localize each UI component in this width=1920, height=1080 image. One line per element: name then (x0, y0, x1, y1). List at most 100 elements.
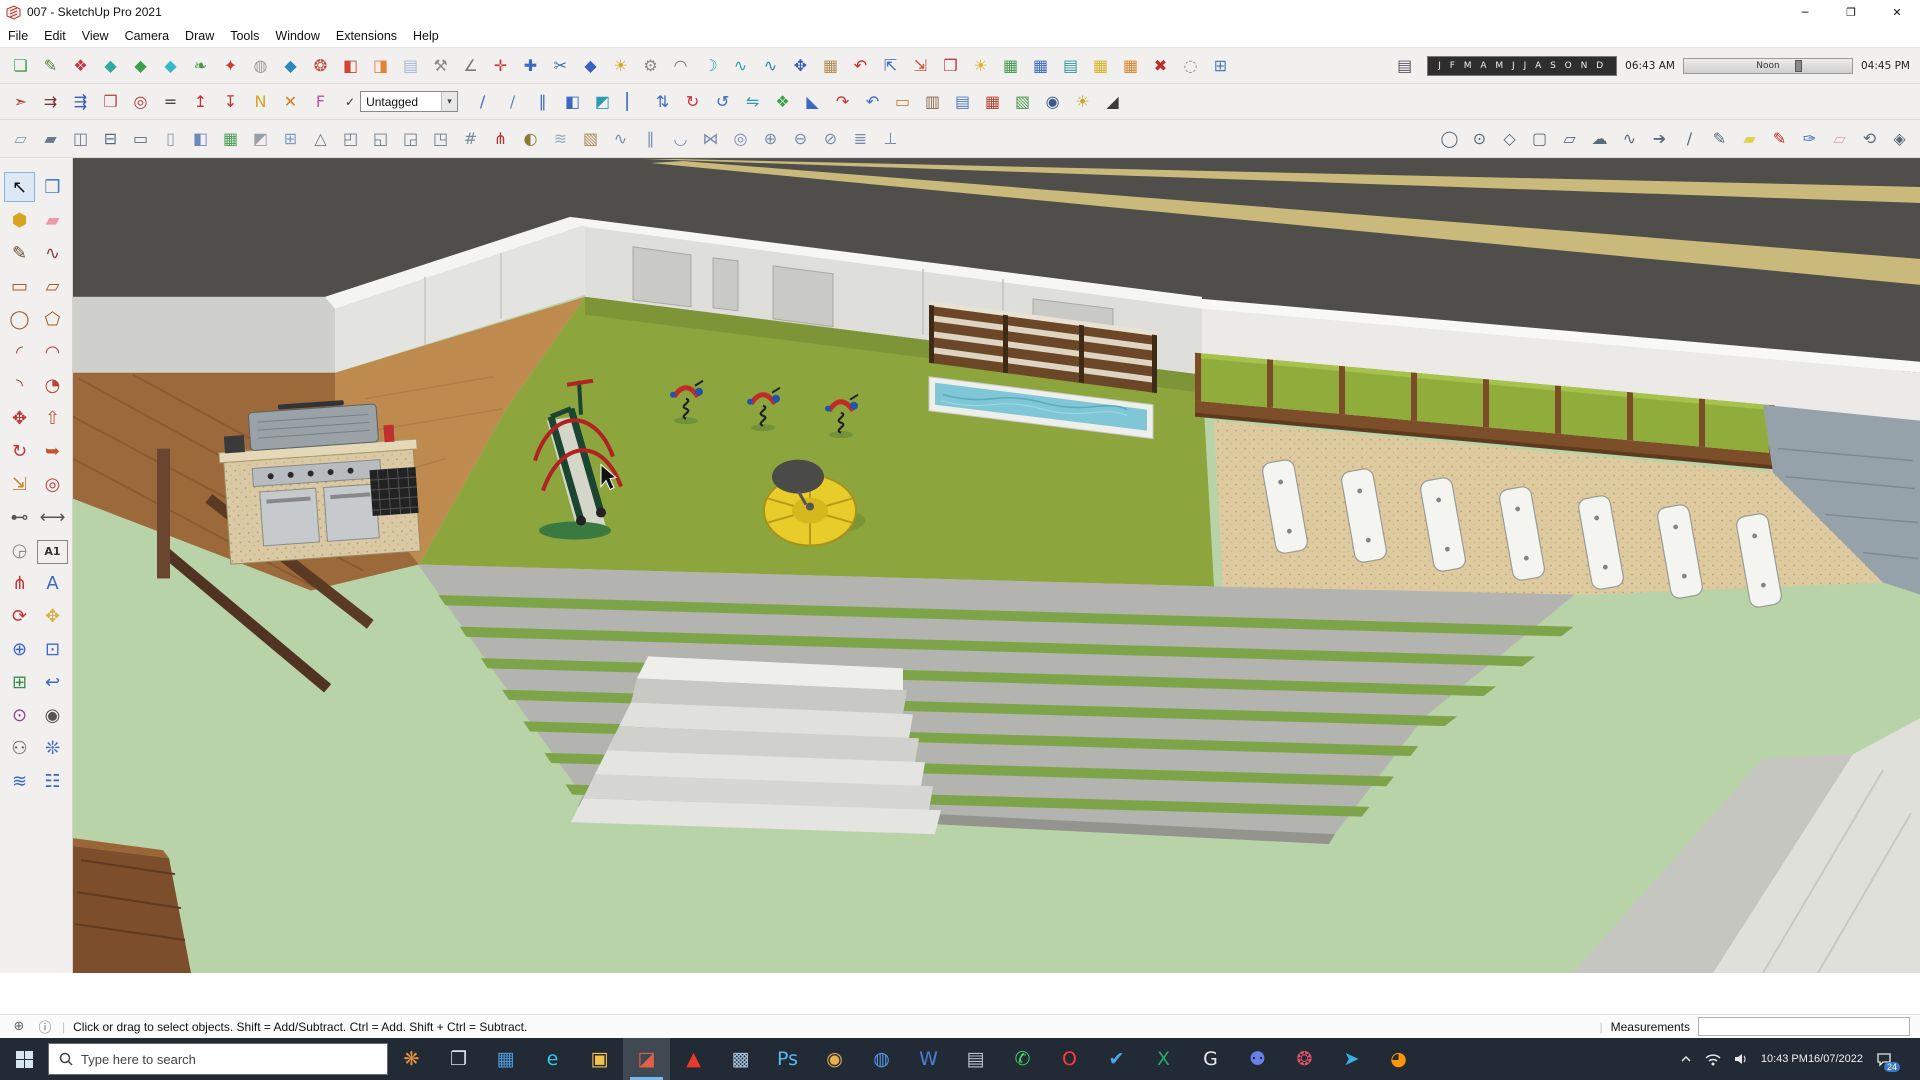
help-icon[interactable]: ⓘ (36, 1018, 54, 1036)
menu-extensions[interactable]: Extensions (328, 24, 405, 47)
bend-left-icon[interactable]: ↶ (858, 88, 887, 116)
ellipse-markup-icon[interactable]: ⊙ (1465, 125, 1494, 153)
photoshop-icon[interactable]: Ps (764, 1038, 811, 1080)
fredo-target-icon[interactable]: ◎ (126, 88, 155, 116)
sketchup-icon[interactable]: ◪ (623, 1038, 670, 1080)
file-explorer-icon[interactable]: ▣ (576, 1038, 623, 1080)
shadow-date-slider[interactable]: J F M A M J J A S O N D (1427, 56, 1617, 76)
walk-tool-icon[interactable]: ⚇ (4, 733, 35, 763)
lamp-tool-icon[interactable]: ☀ (1068, 88, 1097, 116)
pie-tool-icon[interactable]: ◔ (37, 370, 68, 400)
scale-tool-icon[interactable]: ⇲ (4, 469, 35, 499)
chrome-icon[interactable]: ◍ (858, 1038, 905, 1080)
outer-shell-icon[interactable]: ◎ (726, 125, 755, 153)
shelf-panel-icon[interactable]: ▥ (918, 88, 947, 116)
freehand-tool-icon[interactable]: ∿ (37, 238, 68, 268)
plugin-spark-icon[interactable]: ❊ (37, 733, 68, 763)
excel-icon[interactable]: X (1140, 1038, 1187, 1080)
shadow-time-slider[interactable]: Noon (1683, 58, 1853, 74)
squiggle-markup-icon[interactable]: ∿ (1615, 125, 1644, 153)
menu-edit[interactable]: Edit (36, 24, 74, 47)
telegram-icon[interactable]: ➤ (1328, 1038, 1375, 1080)
rotate-ccw-icon[interactable]: ↺ (708, 88, 737, 116)
sketchy-edges-icon[interactable]: ✎ (36, 52, 65, 80)
plugin-leaf-green-icon[interactable]: ❧ (186, 52, 215, 80)
eye-view-icon[interactable]: ◉ (1038, 88, 1067, 116)
snip-grid-icon[interactable]: ▦ (482, 1038, 529, 1080)
search-input[interactable] (81, 1052, 377, 1067)
arrow-up-red-icon[interactable]: ↥ (186, 88, 215, 116)
text-tool-icon[interactable]: A1 (37, 540, 68, 564)
photos-app-icon[interactable]: ❋ (388, 1038, 435, 1080)
plugin-leaf-red-icon[interactable]: ❖ (66, 52, 95, 80)
red-pencil-icon[interactable]: ✎ (1765, 125, 1794, 153)
plugin-diamond-blue-icon[interactable]: ◆ (276, 52, 305, 80)
polygon-markup-icon[interactable]: ◇ (1495, 125, 1524, 153)
back-edges-icon[interactable]: ⊟ (96, 125, 125, 153)
protractor-tool-icon[interactable]: ◶ (4, 535, 35, 565)
paint-bucket-icon[interactable]: ⬢ (4, 205, 35, 235)
table-panel-icon[interactable]: ▤ (1056, 52, 1085, 80)
cloud-markup-icon[interactable]: ☁ (1585, 125, 1614, 153)
tape-measure-tool-icon[interactable]: ⊷ (4, 502, 35, 532)
depth-cue-icon[interactable]: ∥ (528, 88, 557, 116)
fan-fold-icon[interactable]: ❖ (768, 88, 797, 116)
close-button[interactable]: ✕ (1874, 0, 1920, 24)
spiral-tool-icon[interactable]: ∿ (726, 52, 755, 80)
solid-subtract-icon[interactable]: ⊖ (786, 125, 815, 153)
make-component-icon[interactable]: ❒ (37, 172, 68, 202)
red-panel-icon[interactable]: ◧ (336, 52, 365, 80)
shaded-icon[interactable]: ◧ (186, 125, 215, 153)
xray-icon[interactable]: ⊞ (276, 125, 305, 153)
volume-icon[interactable] (1734, 1053, 1748, 1065)
bend-right-icon[interactable]: ↷ (828, 88, 857, 116)
edge-style-icon[interactable]: ∕ (468, 88, 497, 116)
geolocation-icon[interactable]: ⊕ (10, 1018, 28, 1036)
split-tool-icon[interactable]: ✂ (546, 52, 575, 80)
hammer-tool-icon[interactable]: ⚒ (426, 52, 455, 80)
freehand-markup-icon[interactable]: ✎ (1705, 125, 1734, 153)
shadows-toggle-icon[interactable]: ◐ (516, 125, 545, 153)
shadow-toggle-icon[interactable]: ▤ (1390, 52, 1419, 80)
axes-toggle-icon[interactable]: ⋔ (486, 125, 515, 153)
line-markup-icon[interactable]: ∕ (1675, 125, 1704, 153)
arc-tool-icon[interactable]: ◜ (4, 337, 35, 367)
undo-red-icon[interactable]: ↶ (846, 52, 875, 80)
3d-text-tool-icon[interactable]: A (37, 568, 68, 598)
move-array-icon[interactable]: ✥ (786, 52, 815, 80)
circle-tool-icon[interactable]: ◯ (4, 304, 35, 334)
side-view-icon[interactable]: ◳ (426, 125, 455, 153)
component-swap-icon[interactable]: ❒ (936, 52, 965, 80)
note-page-icon[interactable]: ▤ (396, 52, 425, 80)
whatsapp-icon[interactable]: ✆ (999, 1038, 1046, 1080)
iso-view-icon[interactable]: ◰ (336, 125, 365, 153)
notification-icon[interactable]: 24 (1876, 1052, 1892, 1067)
match-photo-icon[interactable]: ▧ (576, 125, 605, 153)
components-panel-icon[interactable]: ▧ (1008, 88, 1037, 116)
circle-markup-icon[interactable]: ◯ (1435, 125, 1464, 153)
delete-red-icon[interactable]: ✖ (1146, 52, 1175, 80)
arrow-down-red-icon[interactable]: ↧ (216, 88, 245, 116)
front-view-icon[interactable]: ◲ (396, 125, 425, 153)
wireframe-icon[interactable]: ▭ (126, 125, 155, 153)
todo-icon[interactable]: ✔ (1093, 1038, 1140, 1080)
eraser-tool-icon[interactable]: ▰ (37, 205, 68, 235)
materials-panel-icon[interactable]: ▦ (978, 88, 1007, 116)
wedge-tool-icon[interactable]: ◣ (798, 88, 827, 116)
task-view-icon[interactable]: ❐ (435, 1038, 482, 1080)
axes-tool-icon[interactable]: ⋔ (4, 568, 35, 598)
plugin-grid-icon[interactable]: ☷ (37, 766, 68, 796)
orange-panel-icon[interactable]: ◨ (366, 52, 395, 80)
hidden-icons-chevron-icon[interactable] (1680, 1053, 1692, 1065)
measurements-input[interactable] (1698, 1017, 1910, 1036)
blue-pen-icon[interactable]: ✑ (1795, 125, 1824, 153)
hidden-line-icon[interactable]: ▯ (156, 125, 185, 153)
dashed-circle-icon[interactable]: ◌ (1176, 52, 1205, 80)
minimize-button[interactable]: ─ (1782, 0, 1828, 24)
equals-tool-icon[interactable]: = (156, 88, 185, 116)
face-front-icon[interactable]: ◧ (558, 88, 587, 116)
opera-icon[interactable]: O (1046, 1038, 1093, 1080)
smooth-edges-icon[interactable]: ∿ (606, 125, 635, 153)
solid-union-icon[interactable]: ⊕ (756, 125, 785, 153)
lightroom-icon[interactable]: ▩ (717, 1038, 764, 1080)
